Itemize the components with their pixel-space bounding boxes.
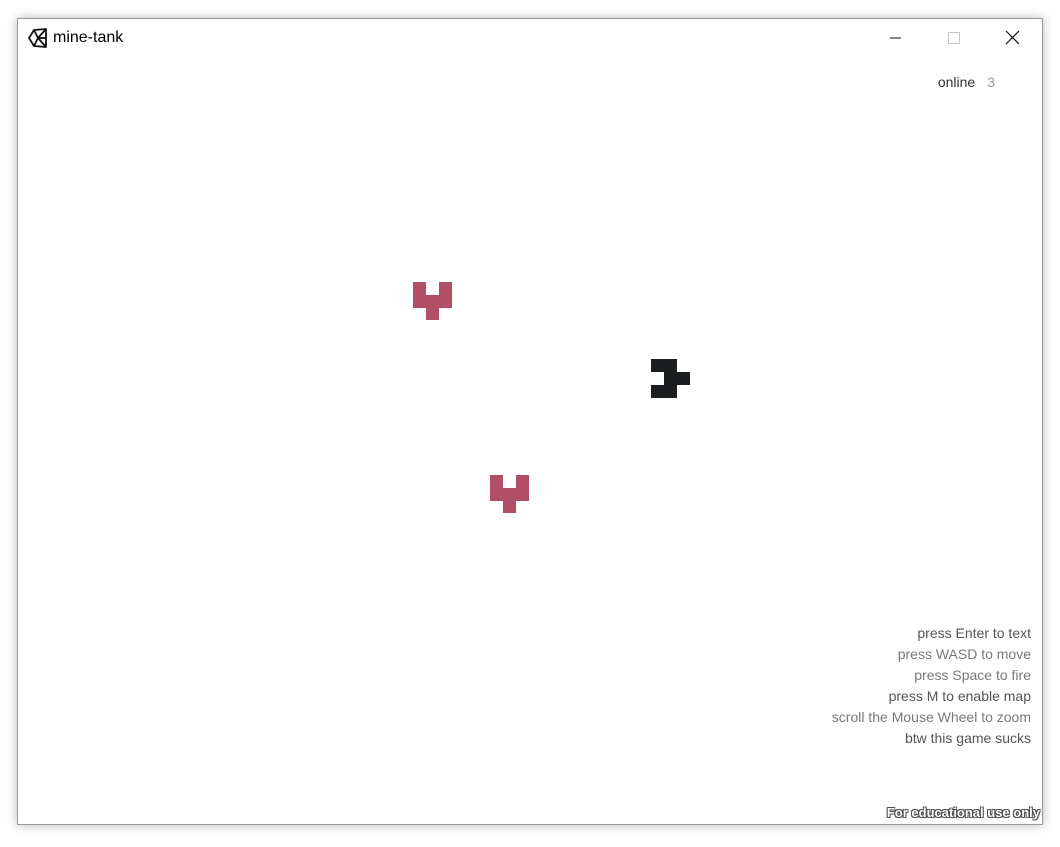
close-icon <box>1005 30 1020 45</box>
window-title: mine-tank <box>53 29 124 46</box>
online-count: 3 <box>987 74 995 90</box>
enemy-tank <box>413 282 452 320</box>
enemy-tank-body <box>413 282 452 320</box>
help-line: press WASD to move <box>897 646 1031 662</box>
player-tank <box>651 359 690 398</box>
help-line: press M to enable map <box>888 688 1031 704</box>
unity-logo-icon <box>28 28 47 48</box>
game-viewport[interactable]: online 3 press Enter to text press WASD t… <box>18 57 1042 824</box>
online-label: online <box>937 74 976 90</box>
minimize-button[interactable] <box>866 19 924 57</box>
watermark: For educational use only <box>886 805 1040 820</box>
app-window: mine-tank online 3 press Enter to text p… <box>17 18 1043 825</box>
maximize-icon <box>948 32 960 44</box>
minimize-icon <box>890 37 901 39</box>
help-line: scroll the Mouse Wheel to zoom <box>831 709 1031 725</box>
help-line: press Space to fire <box>914 667 1031 683</box>
enemy-tank-body <box>490 475 529 513</box>
help-line: press Enter to text <box>917 625 1031 641</box>
maximize-button[interactable] <box>924 19 982 57</box>
title-bar[interactable]: mine-tank <box>18 19 1042 57</box>
controls-help: press Enter to text press WASD to move p… <box>832 623 1031 749</box>
online-counter: online 3 <box>938 73 995 91</box>
help-line: btw this game sucks <box>904 730 1031 746</box>
enemy-tank <box>490 475 529 513</box>
player-tank-body <box>651 359 690 398</box>
close-button[interactable] <box>982 19 1040 57</box>
